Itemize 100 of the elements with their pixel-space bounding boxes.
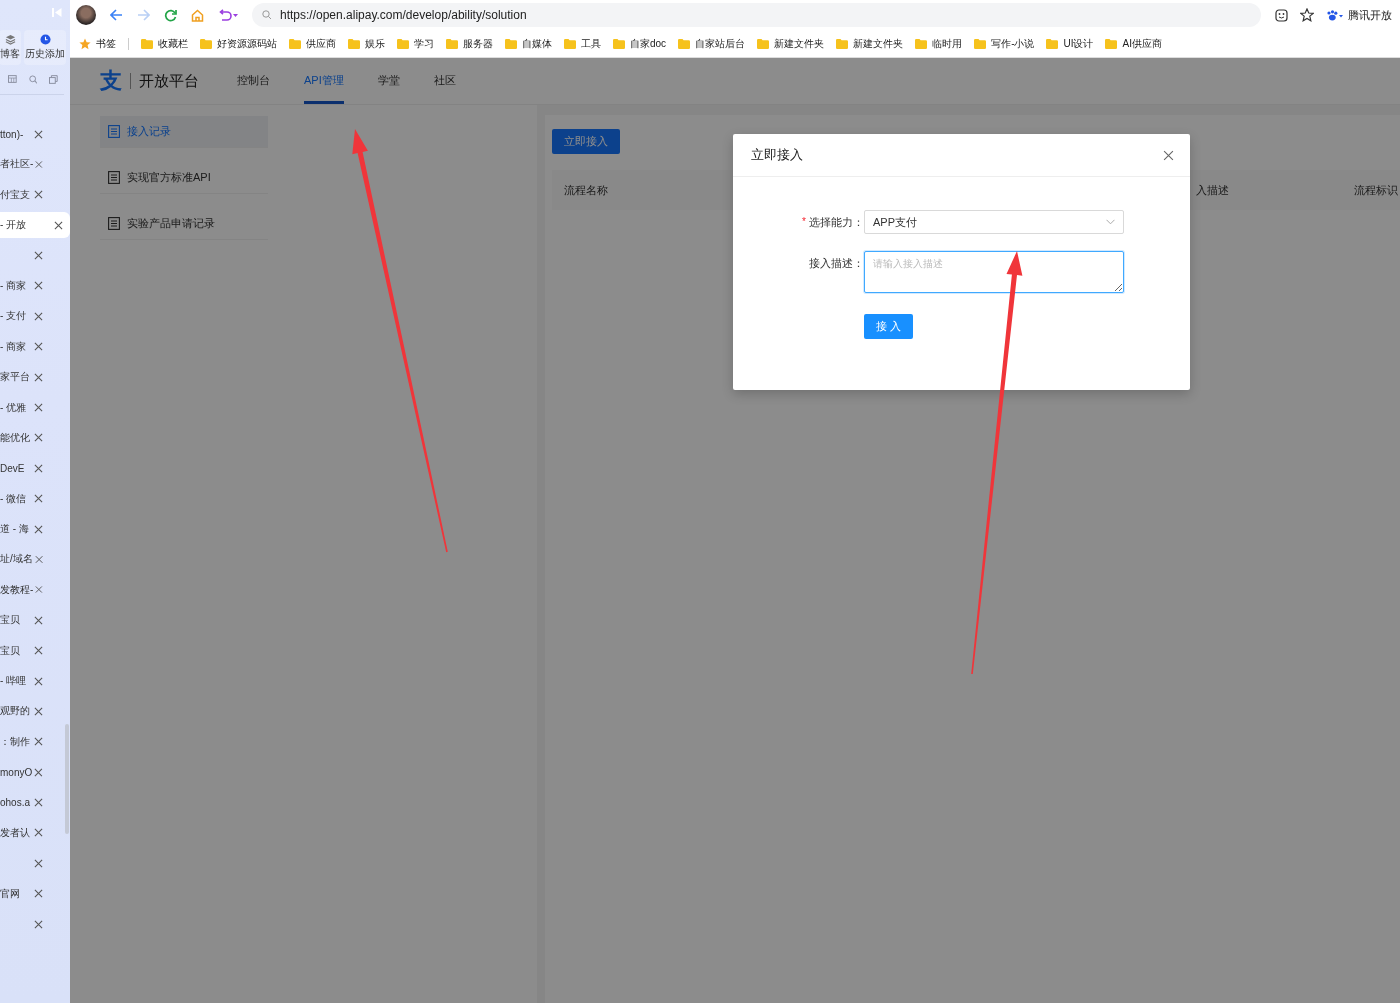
bookmark[interactable]: 收藏栏: [141, 36, 188, 51]
tab-title: - 开放: [0, 218, 27, 233]
tab-title: 官网: [0, 886, 20, 901]
sidebar-tab[interactable]: - 支付: [0, 303, 60, 330]
sidebar-tab[interactable]: 官网: [0, 880, 60, 907]
bookmark[interactable]: 娱乐: [348, 36, 385, 51]
address-bar[interactable]: https://open.alipay.com/develop/ability/solution: [252, 3, 1261, 27]
folder-icon: [757, 38, 770, 49]
sidebar-tab[interactable]: 址/域名: [0, 546, 60, 573]
sidebar-tab[interactable]: - 商家: [0, 333, 60, 360]
close-icon[interactable]: [34, 403, 43, 412]
menu-item[interactable]: 实验产品申请记录: [100, 208, 268, 240]
sidebar-tab[interactable]: 家平台: [0, 364, 60, 391]
sidebar-tab[interactable]: - 哔哩: [0, 668, 60, 695]
close-icon[interactable]: [34, 919, 43, 929]
close-icon: [1163, 149, 1174, 161]
sidebar-tab[interactable]: 宝贝: [0, 637, 60, 664]
sidebar-tab[interactable]: - 微信: [0, 485, 60, 512]
column-header: 流程标识: [1354, 182, 1398, 198]
sidebar-tab[interactable]: monyO: [0, 759, 60, 786]
close-icon[interactable]: [34, 889, 43, 899]
sidebar-tab[interactable]: DevE: [0, 455, 60, 482]
bookmark[interactable]: 自家doc: [613, 36, 667, 51]
bookmark[interactable]: 写作-小说: [974, 36, 1035, 51]
chevron-down-icon: [1106, 219, 1115, 225]
close-icon[interactable]: [34, 281, 43, 291]
close-icon[interactable]: [34, 433, 43, 443]
sidebar-tab[interactable]: 发教程-: [0, 576, 60, 603]
avatar[interactable]: [76, 5, 96, 25]
sidebar-tab[interactable]: ：制作: [0, 728, 60, 755]
sidebar-tab[interactable]: 宝贝: [0, 607, 60, 634]
tab-title: 发教程-: [0, 582, 34, 597]
close-icon[interactable]: [34, 342, 43, 352]
sidebar-tab[interactable]: 发者认: [0, 820, 60, 846]
tab-title: tton)-: [0, 128, 24, 140]
menu-item[interactable]: 实现官方标准API: [100, 162, 268, 194]
bookmark[interactable]: 新建文件夹: [836, 36, 904, 51]
close-icon[interactable]: [34, 676, 43, 686]
close-icon[interactable]: [34, 737, 43, 747]
sidebar-tab[interactable]: 者社区-: [0, 151, 60, 178]
folder-icon: [678, 38, 691, 49]
scrollbar[interactable]: [65, 724, 69, 834]
close-icon[interactable]: [34, 463, 43, 473]
description-field[interactable]: 请输入接入描述: [864, 251, 1124, 293]
close-icon[interactable]: [34, 372, 43, 382]
close-icon[interactable]: [34, 706, 43, 716]
bookmark[interactable]: 供应商: [289, 36, 336, 51]
bookmark[interactable]: 临时用: [915, 36, 963, 51]
sidebar-tab[interactable]: 付宝支: [0, 181, 60, 208]
close-icon[interactable]: [34, 828, 43, 838]
tab-title: 观野的: [0, 704, 30, 719]
sidebar-button[interactable]: 历史添加: [24, 30, 66, 65]
close-icon[interactable]: [34, 615, 43, 625]
bookmark[interactable]: AI供应商: [1105, 36, 1162, 51]
smiley-icon[interactable]: [1275, 8, 1288, 22]
ability-select[interactable]: APP支付: [864, 210, 1124, 234]
close-icon[interactable]: [34, 311, 43, 321]
nav-tab[interactable]: 学堂: [377, 58, 400, 104]
bookmark[interactable]: 书签: [79, 36, 116, 51]
undo-icon[interactable]: [218, 9, 238, 21]
nav-tab[interactable]: 社区: [433, 58, 456, 104]
sidebar-tab[interactable]: tton)-: [0, 121, 60, 147]
close-icon[interactable]: [34, 646, 43, 656]
sidebar-button[interactable]: 博客: [0, 30, 21, 65]
bookmark[interactable]: 学习: [397, 36, 434, 51]
close-icon[interactable]: [34, 251, 43, 261]
paw-icon[interactable]: [1326, 9, 1344, 21]
sidebar-tab[interactable]: - 优雅: [0, 394, 60, 421]
bookmark[interactable]: 新建文件夹: [757, 36, 825, 51]
profile-label[interactable]: 腾讯开放: [1348, 7, 1392, 23]
close-icon[interactable]: [34, 798, 43, 808]
sidebar-tab[interactable]: ohos.a: [0, 789, 60, 816]
field-label: 接入描述：: [809, 256, 864, 271]
close-icon[interactable]: [34, 494, 43, 504]
nav-tab[interactable]: 控制台: [237, 58, 270, 104]
sidebar-tab[interactable]: - 开放: [0, 212, 70, 239]
close-icon[interactable]: [34, 190, 43, 200]
back-icon[interactable]: [110, 9, 123, 21]
sidebar-tab[interactable]: - 商家: [0, 272, 60, 299]
close-icon[interactable]: [54, 220, 63, 230]
bookmark[interactable]: UI设计: [1046, 36, 1094, 51]
tab-title: monyO: [0, 766, 33, 778]
close-icon[interactable]: [34, 129, 43, 139]
sidebar-tab[interactable]: 道 - 海: [0, 516, 60, 543]
folder-icon: [446, 38, 458, 49]
close-icon[interactable]: [34, 767, 43, 777]
bookmark[interactable]: 好资源源码站: [200, 36, 277, 51]
close-button[interactable]: [1163, 149, 1174, 161]
bookmark[interactable]: 自媒体: [505, 36, 552, 51]
reload-icon[interactable]: [164, 8, 177, 22]
close-icon[interactable]: [34, 858, 43, 868]
bookmark[interactable]: 服务器: [446, 36, 493, 51]
bookmark[interactable]: 工具: [564, 36, 601, 51]
sidebar-tab[interactable]: 能优化: [0, 424, 60, 451]
tab-title: 宝贝: [0, 613, 20, 628]
close-icon[interactable]: [34, 524, 43, 534]
sidebar-tab[interactable]: 观野的: [0, 698, 60, 725]
logo-text[interactable]: 开放平台: [139, 71, 199, 91]
bookmark[interactable]: 自家站后台: [678, 36, 746, 51]
star-outline-icon[interactable]: [1300, 8, 1314, 22]
